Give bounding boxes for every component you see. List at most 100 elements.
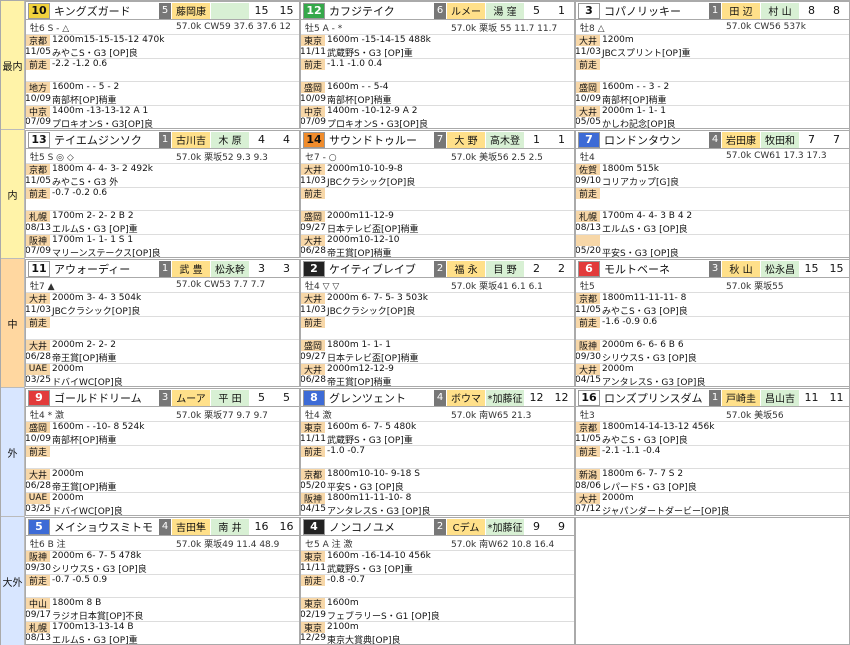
race-row[interactable]: 札幌 08/13 1700m 2- 2- 2 B 2 エルムS・G3 [OP]重 [26, 210, 299, 235]
race-row[interactable]: 盛岡 09/27 2000m11-12-9 日本テレビ盃[OP]稍重 [301, 210, 574, 235]
horse-card[interactable]: 3 コパノリッキー 1 田 辺村 山 8 8 牡8 △ 57.0k CW56 537k 大井 11… [575, 1, 850, 129]
race-row[interactable]: 札幌 08/13 1700m13-13-14 B エルムS・G3 [OP]重 [26, 620, 299, 644]
horse-card[interactable]: 11 アウォーディー 1 武 豊松永幹 3 3 牡7 ▲ 57.0k CW53 7.7 7.7… [25, 259, 300, 387]
horse-card[interactable]: 10 キングズガード 5 藤岡康 15 15 牡6 S - △ 57.0k CW59 37.6… [25, 1, 300, 129]
race-row[interactable]: 前走 -2.1 -1.1 -0.4 [576, 444, 849, 468]
race-row[interactable]: 京都 11/05 1200m15-15-15-12 470k みやこS・G3 [OP]… [26, 34, 299, 59]
race-row[interactable]: 大井 07/12 2000m ジャパンダートダービー[OP]良 [576, 491, 849, 515]
race-row[interactable]: 大井 11/03 2000m 3- 4- 3 504k JBCクラシック[OP]良 [26, 292, 299, 317]
race-row[interactable]: 大井 05/05 2000m 1- 1- 1 かしわ記念[OP]良 [576, 104, 849, 128]
horse-name[interactable]: アウォーディー [50, 261, 159, 277]
race-row[interactable]: 前走 [301, 315, 574, 339]
horse-card[interactable]: 2 ケイティブレイブ 2 福 永目 野 2 2 牡4 ▽ ▽ 57.0k 栗坂41 6.1 6… [300, 259, 575, 387]
horse-card[interactable]: 5 メイショウスミトモ 4 吉田隼南 井 16 16 牡6 B 注 57.0k 栗坂49 11… [25, 517, 300, 645]
race-row[interactable]: 前走 -0.7 -0.5 0.9 [26, 573, 299, 597]
race-row[interactable]: 佐賀 09/10 1800m 515k コリアカップ[G]良 [576, 163, 849, 188]
race-row[interactable]: 前走 [26, 444, 299, 468]
race-row[interactable]: 前走 -0.8 -0.7 [301, 573, 574, 597]
horse-sub-info: 牡4 ▽ ▽ 57.0k 栗坂41 6.1 6.1 [305, 281, 543, 292]
race-row[interactable]: 中京 07/09 1400m -13-13-12 A 1 プロキオンS・G3[OP]良 [26, 104, 299, 128]
horse-name[interactable]: ノンコノユメ [325, 519, 434, 535]
race-row[interactable]: 大井 06/28 2000m 2- 2- 2 帝王賞[OP]稍重 [26, 339, 299, 364]
race-row[interactable]: 盛岡 10/09 1600m - -10- 8 524k 南部杯[OP]稍重 [26, 421, 299, 446]
race-row[interactable]: 阪神 09/30 2000m 6- 7- 5 478k シリウスS・G3 [OP]良 [26, 550, 299, 575]
race-row[interactable]: 前走 [576, 57, 849, 81]
race-date: 06/28 [300, 375, 326, 385]
race-row[interactable]: 東京 11/11 1600m -16-14-10 456k 武蔵野S・G3 [OP]重 [301, 550, 574, 575]
race-row[interactable]: 05/20 平安S・G3 [OP]良 [575, 233, 849, 257]
horse-name[interactable]: テイエムジンソク [50, 132, 159, 148]
race-row[interactable]: 盛岡 10/09 1600m - - 5-4 南部杯[OP]稍重 [301, 81, 574, 106]
race-row[interactable]: 前走 [301, 186, 574, 210]
race-line-1: 1800m11-11-10- 8 [327, 492, 412, 503]
race-row[interactable]: 大井 04/15 2000m アンタレスS・G3 [OP]良 [576, 362, 849, 386]
horse-name[interactable]: カフジテイク [325, 3, 434, 19]
race-row[interactable]: 盛岡 09/27 1800m 1- 1- 1 日本テレビ盃[OP]稍重 [301, 339, 574, 364]
card-header: 3 コパノリッキー 1 田 辺村 山 8 8 [576, 2, 849, 20]
horse-name[interactable]: ロンドンタウン [600, 132, 709, 148]
horse-card[interactable]: 16 ロンズプリンスダム 1 戸崎圭 昌山吉 11 11 牡3 57.0k 美坂56 京都 11/0… [575, 388, 850, 516]
horse-name[interactable]: コパノリッキー [600, 3, 709, 19]
horse-card[interactable]: 14 サウンドトゥルー 7 大 野高木登 1 1 セ7 - ○ 57.0k 美坂56 2.5 … [300, 130, 575, 258]
race-line-2: 南部杯[OP]稍重 [52, 96, 117, 106]
horse-name[interactable]: ケイティブレイブ [325, 261, 434, 277]
race-row[interactable]: 地方 10/09 1600m - - 5 - 2 南部杯[OP]稍重 [26, 81, 299, 106]
race-row[interactable]: 東京 12/29 2100m 東京大賞典[OP]良 [301, 620, 574, 644]
race-row[interactable]: 大井 06/28 2000m 帝王賞[OP]稍重 [26, 468, 299, 493]
horse-name[interactable]: キングズガード [50, 3, 159, 19]
venue-tag: 前走 [26, 445, 50, 458]
race-row[interactable]: 盛岡 10/09 1600m - - 3 - 2 南部杯[OP]稍重 [576, 81, 849, 106]
horse-sub-info: 牡5 S ◎ ◇ 57.0k 栗坂52 9.3 9.3 [30, 152, 268, 163]
race-row[interactable]: 大井 06/28 2000m12-12-9 帝王賞[OP]稍重 [300, 362, 574, 386]
race-row[interactable]: 中京 07/09 1400m -10-12-9 A 2 プロキオンS・G3[OP]良 [301, 104, 574, 128]
race-line-2: 帝王賞[OP]稍重 [52, 354, 117, 364]
race-row[interactable]: 新潟 08/06 1800m 6- 7- 7 S 2 レパードS・G3 [OP]良 [576, 468, 849, 493]
race-row[interactable]: 前走 -2.2 -1.2 0.6 [26, 57, 299, 81]
horse-name[interactable]: ロンズプリンスダム [600, 390, 709, 406]
race-row[interactable]: 大井 11/03 2000m10-10-9-8 JBCクラシック[OP]良 [301, 163, 574, 188]
race-row[interactable]: 阪神 07/09 1700m 1- 1- 1 S 1 マリーンステークス[OP]良 [26, 233, 299, 257]
race-row[interactable]: 東京 02/19 1600m フェブラリーS・G1 [OP]良 [301, 597, 574, 622]
race-row[interactable]: 大井 11/03 2000m 6- 7- 5- 3 503k JBCクラシック[OP]… [301, 292, 574, 317]
jockey-name: ムーア [172, 389, 210, 406]
race-row[interactable]: 京都 05/20 1800m10-10- 9-18 S 平安S・G3 [OP]良 [301, 468, 574, 493]
race-row[interactable]: 中山 09/17 1800m 8 B ラジオ日本賞[OP]不良 [26, 597, 299, 622]
race-row[interactable]: UAE 03/25 2000m ドバイWC[OP]良 [26, 491, 299, 515]
horse-card[interactable]: 12 カフジテイク 6 ルメー湯 窪 5 1 牡5 A - * 57.0k 栗坂 55 11.… [300, 1, 575, 129]
horse-card[interactable]: 13 テイエムジンソク 1 古川吉木 原 4 4 牡5 S ◎ ◇ 57.0k 栗坂52 9.… [25, 130, 300, 258]
race-row[interactable]: 前走 -1.0 -0.7 [301, 444, 574, 468]
race-row[interactable]: 東京 11/11 1600m -15-14-15 488k 武蔵野S・G3 [OP]重 [301, 34, 574, 59]
race-row[interactable]: 大井 11/03 1200m JBCスプリント[OP]重 [576, 34, 849, 59]
horse-name[interactable]: グレンツェント [325, 390, 434, 406]
horse-card[interactable]: 8 グレンツェント 4 ボウマ *加藤征 12 12 牡4 激 57.0k 南W65 21.3 東… [300, 388, 575, 516]
race-row[interactable]: 東京 11/11 1600m 6- 7- 5 480k 武蔵野S・G3 [OP]重 [301, 421, 574, 446]
frame-number: 6 [434, 2, 446, 19]
horse-name[interactable]: メイショウスミトモ [50, 519, 159, 535]
horse-card[interactable]: 6 モルトベーネ 3 秋 山松永昌 15 15 牡5 57.0k 栗坂55 京都 11/05 180… [575, 259, 850, 387]
race-row[interactable]: 前走 [26, 315, 299, 339]
horse-card[interactable]: 4 ノンコノユメ 2 Cデム *加藤征 9 9 セ5 A 注 激 57.0k 南W62 10.8… [300, 517, 575, 645]
race-line-2: エルムS・G3 [OP]良 [602, 225, 688, 235]
race-row[interactable]: UAE 03/25 2000m ドバイWC[OP]良 [26, 362, 299, 386]
race-line-2: 日本テレビ盃[OP]稍重 [327, 225, 419, 235]
race-date: 08/13 [575, 222, 601, 233]
race-row[interactable]: 前走 -0.7 -0.2 0.6 [26, 186, 299, 210]
horse-name[interactable]: モルトベーネ [600, 261, 709, 277]
race-row[interactable]: 前走 [576, 186, 849, 210]
race-row[interactable]: 京都 11/05 1800m14-14-13-12 456k みやこS・G3 [OP]… [576, 421, 849, 446]
horse-card[interactable]: 7 ロンドンタウン 4 岩田康 牧田和 7 7 牡4 57.0k CW61 17.3 17.3 佐… [575, 130, 850, 258]
race-row[interactable]: 京都 11/05 1800m 4- 4- 3- 2 492k みやこS・G3 外 [26, 163, 299, 188]
race-row[interactable]: 前走 -1.1 -1.0 0.4 [301, 57, 574, 81]
race-row[interactable]: 札幌 08/13 1700m 4- 4- 3 B 4 2 エルムS・G3 [OP]良 [575, 210, 849, 235]
race-line-1: 1800m 515k [602, 164, 659, 174]
race-row[interactable]: 前走 -1.6 -0.9 0.6 [576, 315, 849, 339]
race-row[interactable]: 京都 11/05 1800m11-11-11- 8 みやこS・G3 [OP]良 [576, 292, 849, 317]
race-row[interactable]: 阪神 04/15 1800m11-11-10- 8 アンタレスS・G3 [OP]良 [301, 491, 574, 515]
race-date: 05/20 [575, 246, 601, 256]
race-line-1: 1600m -16-14-10 456k [327, 551, 431, 561]
horse-name[interactable]: サウンドトゥルー [325, 132, 434, 148]
horse-card[interactable]: 9 ゴールドドリーム 3 ムーア平 田 5 5 牡4 * 激 57.0k 栗坂77 9.7 9… [25, 388, 300, 516]
race-row[interactable]: 阪神 09/30 2000m 6- 6- 6 B 6 シリウスS・G3 [OP]良 [576, 339, 849, 364]
horse-name[interactable]: ゴールドドリーム [50, 390, 159, 406]
race-row[interactable]: 大井 06/28 2000m10-12-10 帝王賞[OP]稍重 [301, 233, 574, 257]
